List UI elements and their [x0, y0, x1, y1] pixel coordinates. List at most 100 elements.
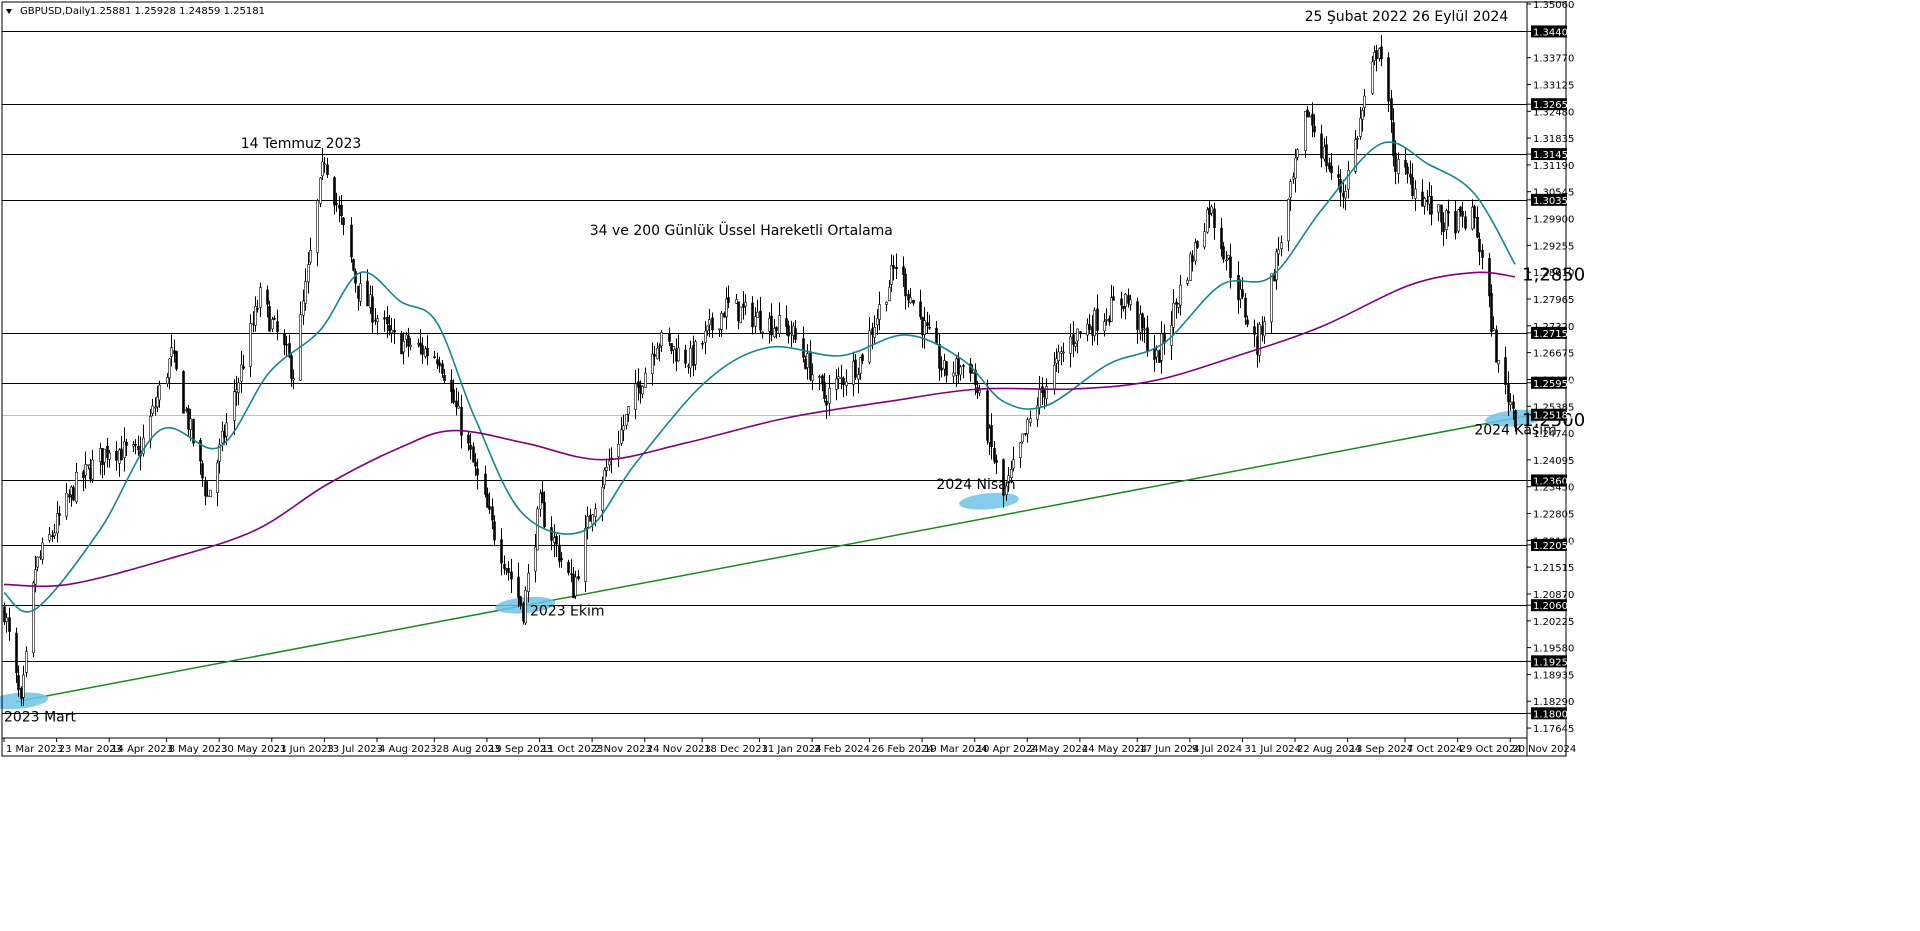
candle-body — [759, 310, 762, 331]
candle-body — [1478, 239, 1481, 253]
candle-body — [1112, 296, 1115, 301]
candle-body — [605, 466, 608, 472]
price-tick-label: 1.33770 — [1533, 54, 1574, 65]
candle-body — [1103, 321, 1106, 332]
candle-body — [995, 459, 998, 463]
candle-body — [1141, 313, 1144, 329]
candle-body — [441, 363, 444, 374]
candle-body — [1447, 211, 1450, 214]
candle-body — [467, 434, 470, 444]
candle-body — [1442, 222, 1445, 232]
candle-body — [668, 333, 671, 342]
candle-body — [1296, 149, 1299, 158]
candle-body — [1029, 418, 1032, 423]
candle-body — [185, 409, 188, 411]
candle-body — [1019, 442, 1022, 458]
candle-body — [560, 558, 563, 561]
chart-area[interactable]: 25 Şubat 2022 26 Eylül 2024 14 Temmuz 202… — [0, 0, 1920, 927]
candle-body — [383, 317, 386, 320]
candle-body — [1208, 207, 1211, 215]
candle-body — [892, 265, 895, 269]
candle-body — [536, 508, 539, 551]
candle-body — [971, 372, 974, 374]
candle-body — [108, 452, 111, 460]
candle-body — [778, 315, 781, 334]
dropdown-triangle-icon[interactable] — [6, 9, 12, 14]
candle-body — [653, 354, 656, 357]
candle-body — [1088, 324, 1091, 330]
price-level-text: 1.18000 — [1533, 709, 1574, 720]
date-tick-label: 2 Feb 2024 — [814, 744, 870, 755]
candle-body — [1096, 308, 1099, 331]
candle-body — [1320, 133, 1323, 159]
date-tick-label: 13 Jul 2023 — [326, 744, 383, 755]
candle-body — [266, 289, 269, 305]
date-tick-label: 9 Jul 2024 — [1192, 744, 1242, 755]
candle-body — [65, 492, 68, 517]
candle-body — [644, 372, 647, 388]
candle-body — [166, 377, 169, 385]
candle-body — [1414, 188, 1417, 199]
candle-body — [137, 445, 140, 450]
candle-body — [873, 327, 876, 338]
price-level-text: 1.25181 — [1533, 411, 1574, 422]
candle-body — [1186, 279, 1189, 284]
candle-body — [1177, 303, 1180, 308]
candle-body — [189, 418, 192, 430]
candle-body — [1397, 159, 1400, 175]
candle-body — [744, 301, 747, 307]
candle-body — [625, 414, 628, 426]
date-tick-label: 20 Nov 2024 — [1512, 744, 1576, 755]
candle-body — [1244, 297, 1247, 318]
candle-body — [1289, 181, 1292, 198]
candle-body — [577, 575, 580, 579]
candle-body — [1043, 389, 1046, 398]
candle-body — [1139, 314, 1142, 333]
candle-body — [794, 328, 797, 340]
candle-body — [1492, 328, 1495, 331]
candle-body — [237, 382, 240, 393]
price-tick-label: 1.24095 — [1533, 456, 1574, 467]
candle-body — [594, 508, 597, 517]
candle-body — [1060, 351, 1063, 354]
price-tick-label: 1.22805 — [1533, 510, 1574, 521]
price-level-text: 1.34400 — [1533, 27, 1574, 38]
candle-body — [785, 318, 788, 327]
candle-body — [1394, 152, 1397, 172]
candle-body — [787, 325, 790, 337]
price-chart[interactable]: 25 Şubat 2022 26 Eylül 2024 14 Temmuz 202… — [0, 0, 1920, 927]
price-tick-label: 1.21515 — [1533, 563, 1574, 574]
price-level-text: 1.22050 — [1533, 541, 1574, 552]
candle-body — [500, 539, 503, 564]
candle-body — [402, 341, 405, 353]
candle-body — [1227, 254, 1230, 259]
candle-body — [252, 323, 255, 326]
candle-body — [1086, 323, 1089, 336]
price-level-label: 1.34400 — [1531, 25, 1574, 38]
candle-body — [233, 391, 236, 421]
price-level-label: 1.20600 — [1531, 599, 1574, 612]
date-tick-label: 18 Dec 2023 — [704, 744, 768, 755]
candle-body — [909, 297, 912, 304]
candle-body — [56, 513, 59, 534]
candle-body — [1490, 292, 1493, 332]
candle-body — [1127, 295, 1130, 304]
candle-body — [151, 405, 154, 414]
candle-body — [70, 486, 73, 496]
candle-body — [1225, 259, 1228, 262]
candle-body — [223, 431, 226, 438]
candle-body — [591, 514, 594, 525]
candle-body — [895, 266, 898, 270]
price-tick-label: 1.29255 — [1533, 241, 1574, 252]
candle-body — [857, 374, 860, 380]
candle-body — [935, 327, 938, 345]
candle-body — [290, 355, 293, 379]
candle-body — [1294, 157, 1297, 179]
candle-body — [1371, 61, 1374, 94]
candle-body — [304, 281, 307, 304]
candle-body — [912, 299, 915, 304]
candle-body — [206, 495, 209, 498]
price-level-label: 1.27150 — [1531, 326, 1574, 340]
candle-body — [1337, 174, 1340, 178]
candle-body — [601, 486, 604, 511]
